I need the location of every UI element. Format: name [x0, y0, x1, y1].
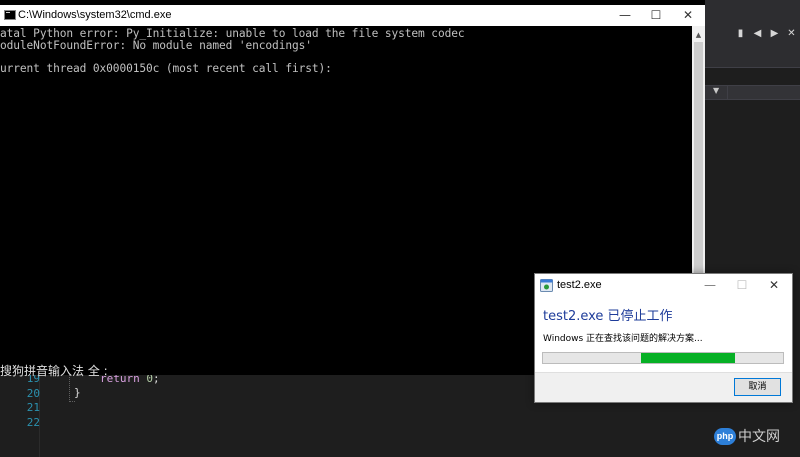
- brace-guide-end: [69, 401, 75, 402]
- ime-status-bar: 搜狗拼音输入法 全 :: [0, 364, 108, 378]
- dropdown-arrow-icon[interactable]: ▼: [713, 86, 719, 95]
- code-line-brace: }: [74, 386, 81, 399]
- dialog-message: Windows 正在查找该问题的解决方案...: [543, 334, 703, 344]
- ide-navigation-dropdown[interactable]: [705, 85, 800, 100]
- bookmark-clear-icon[interactable]: ✕: [786, 28, 797, 39]
- console-line: urrent thread 0x0000150c (most recent ca…: [0, 62, 332, 75]
- dialog-title: test2.exe: [557, 279, 602, 291]
- line-number: 21: [26, 401, 40, 414]
- maximize-button[interactable]: ☐: [639, 5, 673, 26]
- console-line: oduleNotFoundError: No module named 'enc…: [0, 39, 312, 52]
- crash-dialog[interactable]: test2.exe — ☐ ✕ test2.exe 已停止工作 Windows …: [534, 273, 793, 403]
- bookmark-prev-icon[interactable]: ◀: [752, 28, 763, 39]
- progress-fill: [641, 353, 735, 363]
- search-progress-bar: [542, 352, 784, 364]
- scroll-up-icon[interactable]: ▲: [692, 29, 705, 41]
- app-error-icon: [540, 279, 553, 292]
- bookmark-next-icon[interactable]: ▶: [769, 28, 780, 39]
- close-button[interactable]: ✕: [671, 5, 705, 26]
- cmd-app-icon: [4, 10, 16, 20]
- closing-brace: }: [74, 386, 81, 399]
- ide-dropdown-separator: [727, 85, 728, 100]
- dialog-close-button[interactable]: ✕: [759, 274, 789, 296]
- line-numbers: 19 20 21 22: [0, 372, 40, 430]
- watermark-text: 中文网: [738, 429, 780, 445]
- dialog-minimize-button[interactable]: —: [695, 274, 725, 296]
- minimize-button[interactable]: —: [608, 5, 642, 26]
- bookmark-icon[interactable]: ▮: [735, 28, 746, 39]
- site-watermark: php 中文网: [714, 426, 780, 446]
- cancel-button[interactable]: 取消: [734, 378, 781, 396]
- line-number: 22: [26, 415, 40, 429]
- dialog-maximize-button: ☐: [736, 278, 748, 292]
- line-number: 20: [26, 386, 40, 400]
- watermark-badge-text: php: [716, 431, 734, 441]
- ide-separator: [705, 67, 800, 68]
- ide-toolbar-icons: ▮ ◀ ▶ ✕: [735, 28, 797, 39]
- watermark-badge: php: [714, 427, 736, 445]
- dialog-heading: test2.exe 已停止工作: [543, 309, 673, 324]
- cmd-window-title: C:\Windows\system32\cmd.exe: [18, 9, 172, 21]
